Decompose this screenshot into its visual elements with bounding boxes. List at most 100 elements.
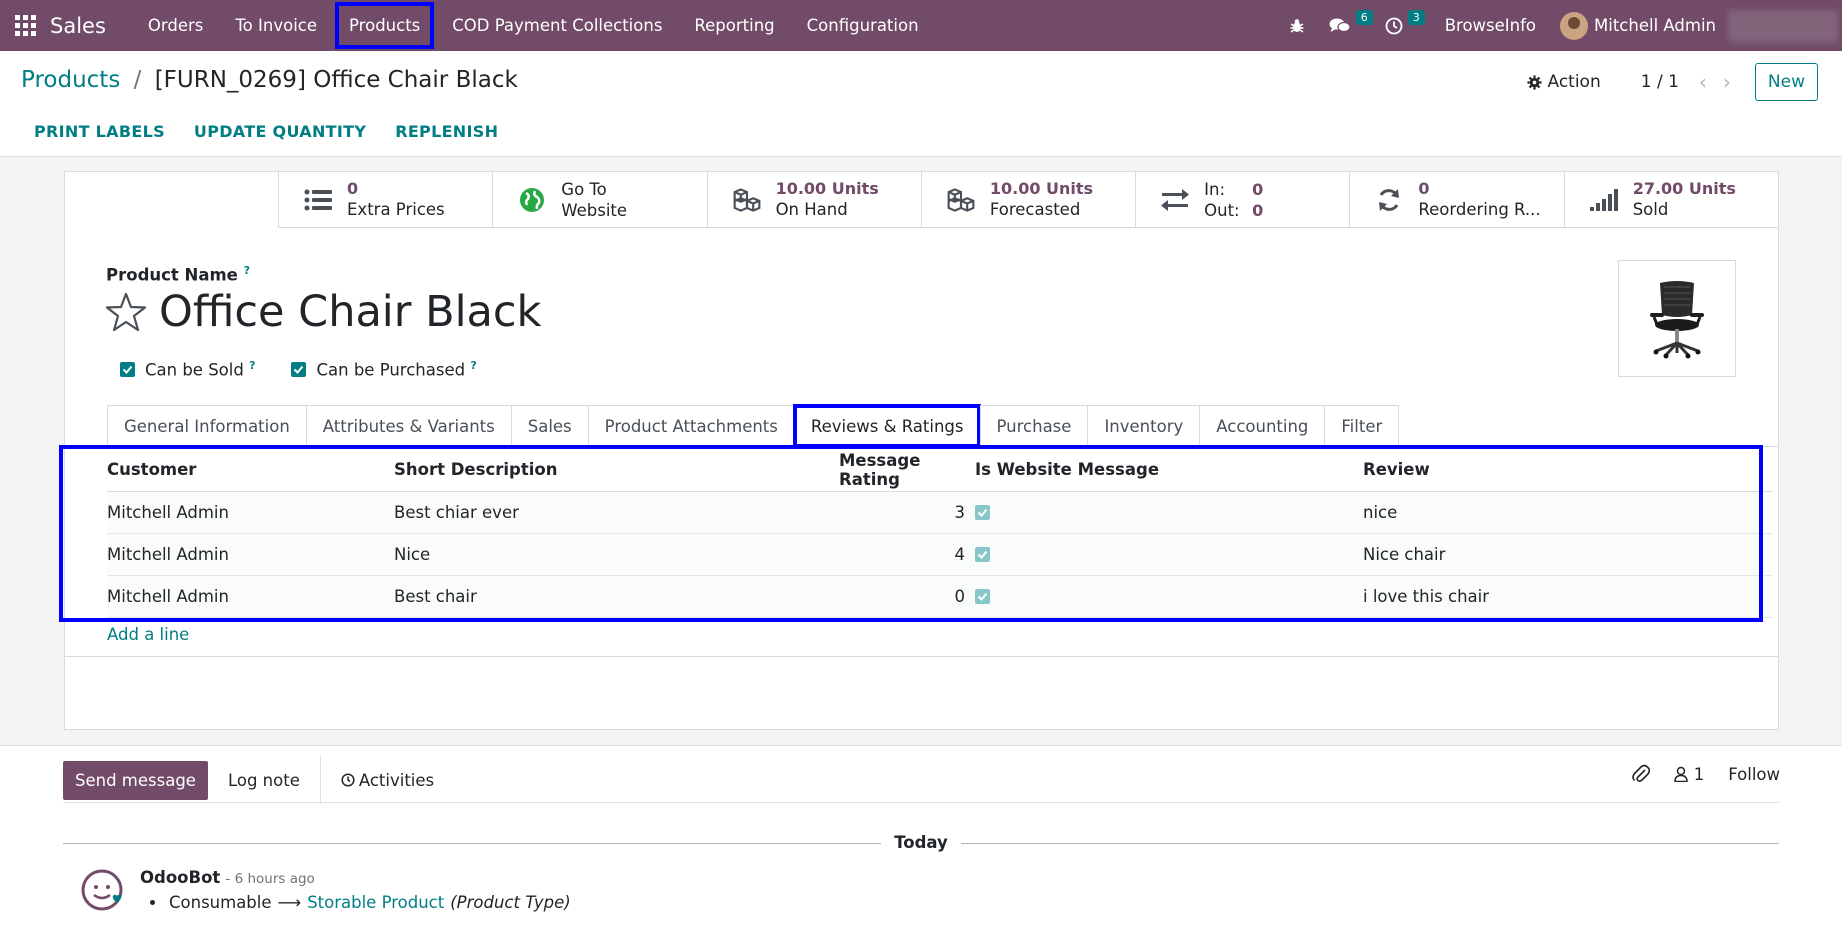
chatter: Send message Log note Activities 1 Follo… [0, 745, 1842, 935]
odoobot-avatar [81, 869, 123, 911]
message-author[interactable]: OdooBot [140, 868, 220, 887]
tracking-old-value: Consumable [169, 893, 272, 912]
smart-buttons: 0 Extra Prices Go To Website 10.00 Units On… [278, 172, 1778, 228]
in-value: 0 [1252, 179, 1264, 199]
apps-menu-icon[interactable] [0, 0, 50, 51]
pager-value[interactable]: 1 / 1 [1641, 72, 1679, 92]
update-quantity-button[interactable]: UPDATE QUANTITY [194, 122, 366, 141]
highlight-box [59, 445, 1763, 622]
print-labels-button[interactable]: PRINT LABELS [34, 122, 165, 141]
followers-count: 1 [1693, 764, 1705, 784]
menu-products[interactable]: Products [333, 0, 436, 51]
extra-prices-value: 0 [347, 179, 359, 198]
menu-configuration[interactable]: Configuration [791, 0, 935, 51]
new-button[interactable]: New [1754, 63, 1818, 101]
tab-inventory[interactable]: Inventory [1087, 405, 1200, 447]
pager-next-icon[interactable]: › [1723, 70, 1731, 94]
avatar [1560, 11, 1589, 40]
messages-badge: 6 [1355, 10, 1373, 25]
in-label: In: [1204, 179, 1226, 199]
reordering-rules-button[interactable]: 0 Reordering R... [1349, 172, 1563, 227]
activities-label: Activities [358, 770, 435, 790]
gear-icon [1527, 74, 1543, 90]
menu-to-invoice[interactable]: To Invoice [219, 0, 333, 51]
can-be-purchased-label: Can be Purchased ? [316, 359, 477, 380]
breadcrumb-separator: / [133, 67, 142, 93]
tab-product-attachments[interactable]: Product Attachments [587, 405, 794, 447]
breadcrumb: Products / [FURN_0269] Office Chair Blac… [21, 67, 518, 93]
followers-button[interactable]: 1 [1674, 765, 1704, 784]
follow-button[interactable]: Follow [1728, 765, 1780, 784]
arrow-right-icon: ⟶ [277, 893, 302, 912]
go-to-website-button[interactable]: Go To Website [492, 172, 706, 227]
checkbox-checked-icon [120, 361, 135, 377]
app-name[interactable]: Sales [50, 14, 106, 38]
breadcrumb-products-link[interactable]: Products [21, 67, 120, 93]
help-tooltip-icon[interactable]: ? [244, 264, 250, 277]
can-be-sold-checkbox[interactable]: Can be Sold ? [120, 359, 255, 380]
tab-filter[interactable]: Filter [1324, 405, 1400, 447]
tracking-field-name: (Product Type) [450, 893, 571, 912]
out-label: Out: [1204, 200, 1240, 220]
on-hand-button[interactable]: 10.00 Units On Hand [706, 172, 921, 227]
extra-prices-button[interactable]: 0 Extra Prices [278, 172, 492, 227]
can-be-purchased-checkbox[interactable]: Can be Purchased ? [291, 359, 477, 380]
divider [63, 802, 1779, 803]
bullet [150, 900, 155, 905]
replenish-button[interactable]: REPLENISH [395, 122, 498, 141]
checkbox-checked-icon [291, 361, 307, 377]
activities-button[interactable]: Activities [321, 771, 454, 790]
clock-icon [341, 773, 355, 787]
menu-reporting[interactable]: Reporting [678, 0, 790, 51]
sold-label: Sold [1632, 200, 1669, 219]
tab-reviews-ratings[interactable]: Reviews & Ratings [792, 404, 981, 448]
tab-purchase[interactable]: Purchase [979, 405, 1088, 447]
can-be-sold-label: Can be Sold ? [145, 359, 256, 380]
on-hand-value: 10.00 Units [775, 179, 879, 198]
product-image[interactable] [1618, 260, 1736, 377]
paperclip-icon[interactable] [1632, 764, 1651, 784]
debug-bug-icon[interactable] [1277, 0, 1317, 51]
reordering-label: Reordering R... [1418, 200, 1541, 219]
blurred-area [1728, 9, 1838, 42]
signal-bars-icon [1589, 188, 1619, 211]
tab-general-information[interactable]: General Information [107, 405, 306, 447]
product-name-label: Product Name ? [106, 264, 251, 285]
activities-badge: 3 [1407, 10, 1425, 25]
cubes-icon [732, 186, 762, 214]
list-icon [303, 189, 333, 211]
in-out-button[interactable]: In: 0 Out: 0 [1135, 172, 1349, 227]
divider [65, 656, 1778, 657]
office-chair-image [1650, 280, 1704, 358]
company-switcher[interactable]: BrowseInfo [1425, 16, 1552, 35]
globe-icon [517, 187, 547, 213]
tab-accounting[interactable]: Accounting [1199, 405, 1325, 447]
send-message-button[interactable]: Send message [63, 760, 208, 800]
sold-button[interactable]: 27.00 Units Sold [1563, 172, 1778, 227]
log-note-button[interactable]: Log note [208, 756, 321, 804]
website-line1: Go To [561, 179, 607, 199]
message-time: - 6 hours ago [225, 871, 315, 887]
user-menu[interactable]: Mitchell Admin [1552, 11, 1728, 40]
menu-orders[interactable]: Orders [132, 0, 220, 51]
action-menu-button[interactable]: Action [1527, 72, 1601, 92]
favorite-star-icon[interactable] [105, 292, 147, 332]
refresh-icon [1374, 187, 1404, 213]
top-navbar: Sales Orders To Invoice Products COD Pay… [0, 0, 1842, 51]
pager-prev-icon[interactable]: ‹ [1699, 70, 1707, 94]
tracking-new-value: Storable Product [307, 893, 445, 912]
add-a-line-link[interactable]: Add a line [107, 625, 189, 644]
reordering-value: 0 [1418, 179, 1430, 198]
user-icon [1674, 766, 1689, 782]
product-name-input[interactable]: Office Chair Black [159, 287, 541, 337]
tab-sales[interactable]: Sales [510, 405, 588, 447]
out-value: 0 [1252, 200, 1264, 220]
tab-attributes-variants[interactable]: Attributes & Variants [305, 405, 511, 447]
notebook-tabs: General Information Attributes & Variant… [107, 404, 1400, 448]
messages-icon[interactable]: 6 [1317, 0, 1373, 51]
activities-clock-icon[interactable]: 3 [1373, 0, 1425, 51]
forecasted-button[interactable]: 10.00 Units Forecasted [920, 172, 1135, 227]
tracking-value: Consumable ⟶ Storable Product (Product T… [140, 893, 571, 912]
menu-cod-payment-collections[interactable]: COD Payment Collections [436, 0, 678, 51]
form-sheet: 0 Extra Prices Go To Website 10.00 Units On… [59, 171, 1779, 730]
